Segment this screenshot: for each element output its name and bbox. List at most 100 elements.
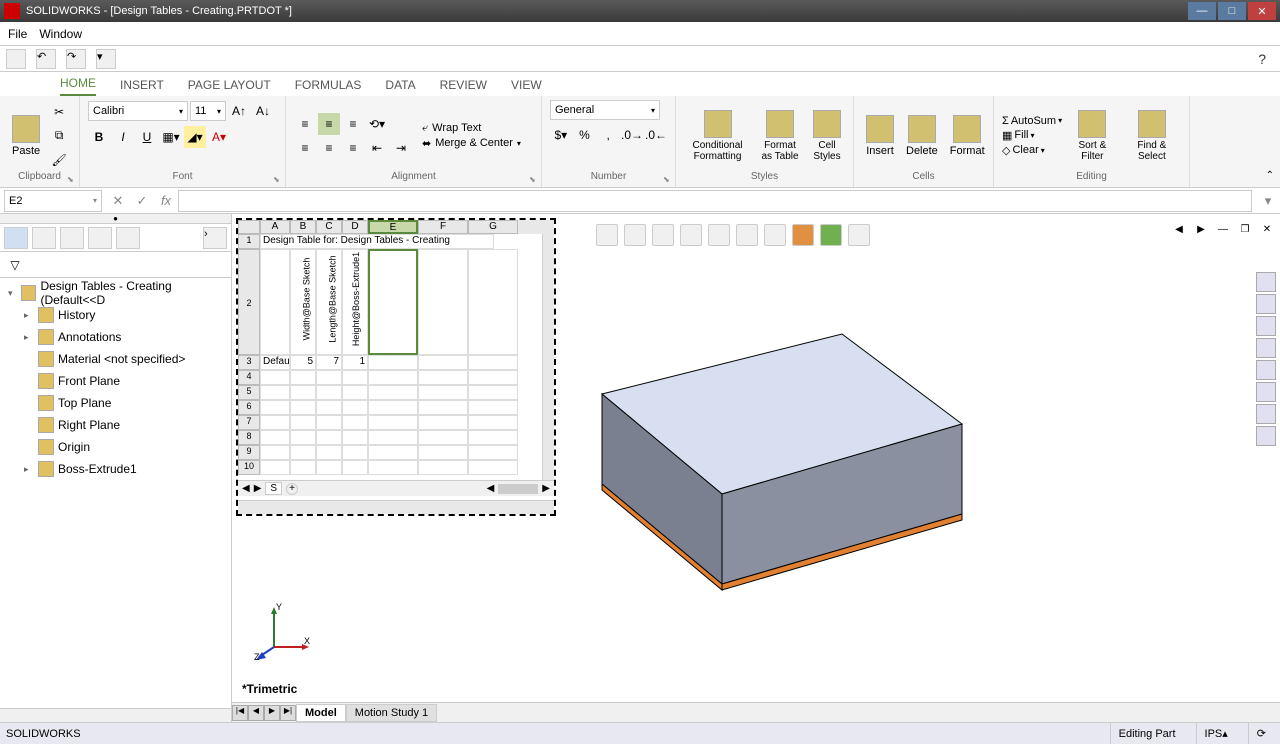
cell-b3[interactable]: 5 xyxy=(290,355,316,370)
feature-tree-root[interactable]: ▾Design Tables - Creating (Default<<D xyxy=(4,282,227,304)
task-more-icon[interactable] xyxy=(1256,426,1276,446)
align-right-icon[interactable]: ≡ xyxy=(342,137,364,159)
qat-customize-icon[interactable]: ▾ xyxy=(96,49,116,69)
task-view-palette-icon[interactable] xyxy=(1256,338,1276,358)
task-appearances-icon[interactable] xyxy=(1256,360,1276,380)
clear-button[interactable]: ◇Clear▾ xyxy=(1002,144,1062,157)
tab-prev-icon[interactable]: ◀ xyxy=(248,705,264,721)
property-manager-tab-icon[interactable] xyxy=(32,227,56,249)
doc-prev-icon[interactable]: ◀ xyxy=(1170,224,1188,240)
comma-icon[interactable]: , xyxy=(597,124,619,146)
col-header-e[interactable]: E xyxy=(368,220,418,234)
cell-a1[interactable]: Design Table for: Design Tables - Creati… xyxy=(260,234,494,249)
autosum-button[interactable]: ΣAutoSum▾ xyxy=(1002,115,1062,127)
cell-a2[interactable] xyxy=(260,249,290,355)
cut-icon[interactable]: ✂ xyxy=(48,101,70,123)
select-all-corner[interactable] xyxy=(238,220,260,234)
tree-item-history[interactable]: ▸History xyxy=(4,304,227,326)
increase-indent-icon[interactable]: ⇥ xyxy=(390,137,412,159)
task-resources-icon[interactable] xyxy=(1256,272,1276,292)
tree-item-annotations[interactable]: ▸Annotations xyxy=(4,326,227,348)
cell-g2[interactable] xyxy=(468,249,518,355)
align-top-icon[interactable]: ≡ xyxy=(294,113,316,135)
row-header-4[interactable]: 4 xyxy=(238,370,260,385)
row-header-1[interactable]: 1 xyxy=(238,234,260,249)
increase-decimal-icon[interactable]: .0→ xyxy=(621,124,643,146)
tree-item-boss-extrude[interactable]: ▸Boss-Extrude1 xyxy=(4,458,227,480)
maximize-button[interactable]: □ xyxy=(1218,2,1246,20)
add-sheet-icon[interactable]: + xyxy=(286,483,298,495)
doc-next-icon[interactable]: ▶ xyxy=(1192,224,1210,240)
tab-motion-study[interactable]: Motion Study 1 xyxy=(346,704,437,722)
collapse-ribbon-icon[interactable]: ⌃ xyxy=(1266,170,1274,181)
wrap-text-button[interactable]: ⤶Wrap Text xyxy=(422,122,521,135)
doc-minimize-icon[interactable]: — xyxy=(1214,224,1232,240)
row-header-7[interactable]: 7 xyxy=(238,415,260,430)
cell-c3[interactable]: 7 xyxy=(316,355,342,370)
undo-icon[interactable]: ↶ xyxy=(36,49,56,69)
expand-formula-icon[interactable]: ▾ xyxy=(1256,190,1280,212)
tab-insert[interactable]: INSERT xyxy=(120,74,164,96)
fill-button[interactable]: ▦Fill▾ xyxy=(1002,129,1062,142)
sheet-nav-prev-icon[interactable]: ◀ xyxy=(242,483,250,494)
row-header-3[interactable]: 3 xyxy=(238,355,260,370)
align-left-icon[interactable]: ≡ xyxy=(294,137,316,159)
formula-input[interactable] xyxy=(178,190,1252,212)
accounting-icon[interactable]: $▾ xyxy=(550,124,572,146)
col-header-c[interactable]: C xyxy=(316,220,342,234)
orientation-triad-icon[interactable]: Y X Z xyxy=(254,602,314,662)
font-launcher-icon[interactable]: ⬊ xyxy=(273,175,283,185)
menu-file[interactable]: File xyxy=(8,27,27,41)
borders-icon[interactable]: ▦▾ xyxy=(160,126,182,148)
tab-review[interactable]: REVIEW xyxy=(440,74,487,96)
conditional-formatting-button[interactable]: Conditional Formatting xyxy=(684,108,751,164)
row-header-8[interactable]: 8 xyxy=(238,430,260,445)
font-color-icon[interactable]: A▾ xyxy=(208,126,230,148)
tab-page-layout[interactable]: PAGE LAYOUT xyxy=(188,74,271,96)
minimize-button[interactable]: — xyxy=(1188,2,1216,20)
format-painter-icon[interactable]: 🖌 xyxy=(48,149,70,171)
tree-item-material[interactable]: Material <not specified> xyxy=(4,348,227,370)
row-header-6[interactable]: 6 xyxy=(238,400,260,415)
align-center-icon[interactable]: ≡ xyxy=(318,137,340,159)
delete-cells-button[interactable]: Delete xyxy=(902,113,942,159)
cell-d2[interactable]: Height@Boss-Extrude1 xyxy=(342,249,368,355)
tree-filter-icon[interactable]: ▽ xyxy=(4,254,26,276)
tab-first-icon[interactable]: |◀ xyxy=(232,705,248,721)
view-settings-icon[interactable] xyxy=(848,224,870,246)
decrease-indent-icon[interactable]: ⇤ xyxy=(366,137,388,159)
alignment-launcher-icon[interactable]: ⬊ xyxy=(529,175,539,185)
decrease-font-icon[interactable]: A↓ xyxy=(252,100,274,122)
merge-center-button[interactable]: ⬌Merge & Center▾ xyxy=(422,137,521,150)
font-name-combo[interactable]: Calibri▾ xyxy=(88,101,188,121)
tree-item-origin[interactable]: Origin xyxy=(4,436,227,458)
section-view-icon[interactable] xyxy=(680,224,702,246)
apply-scene-icon[interactable] xyxy=(820,224,842,246)
cell-f2[interactable] xyxy=(418,249,468,355)
find-select-button[interactable]: Find & Select xyxy=(1123,108,1181,164)
orientation-icon[interactable]: ⟲▾ xyxy=(366,113,388,135)
task-custom-props-icon[interactable] xyxy=(1256,382,1276,402)
tab-next-icon[interactable]: ▶ xyxy=(264,705,280,721)
row-header-9[interactable]: 9 xyxy=(238,445,260,460)
clipboard-launcher-icon[interactable]: ⬊ xyxy=(67,175,77,185)
cell-d3[interactable]: 1 xyxy=(342,355,368,370)
align-middle-icon[interactable]: ≡ xyxy=(318,113,340,135)
save-icon[interactable] xyxy=(6,49,26,69)
italic-button[interactable]: I xyxy=(112,126,134,148)
cell-e3[interactable] xyxy=(368,355,418,370)
dimxpert-tab-icon[interactable] xyxy=(88,227,112,249)
col-header-b[interactable]: B xyxy=(290,220,316,234)
fx-button[interactable]: fx xyxy=(154,190,178,212)
row-header-2[interactable]: 2 xyxy=(238,249,260,355)
doc-restore-icon[interactable]: ❐ xyxy=(1236,224,1254,240)
cell-g3[interactable] xyxy=(468,355,518,370)
tree-tab-more-icon[interactable]: › xyxy=(203,227,227,249)
tab-model[interactable]: Model xyxy=(296,704,346,722)
tree-item-front-plane[interactable]: Front Plane xyxy=(4,370,227,392)
sheet-hscroll-thumb[interactable] xyxy=(498,484,538,494)
font-size-combo[interactable]: 11▾ xyxy=(190,101,226,121)
display-manager-tab-icon[interactable] xyxy=(116,227,140,249)
graphics-area[interactable]: A B C D E F G 1 Design Table for: Design… xyxy=(232,214,1280,722)
underline-button[interactable]: U xyxy=(136,126,158,148)
